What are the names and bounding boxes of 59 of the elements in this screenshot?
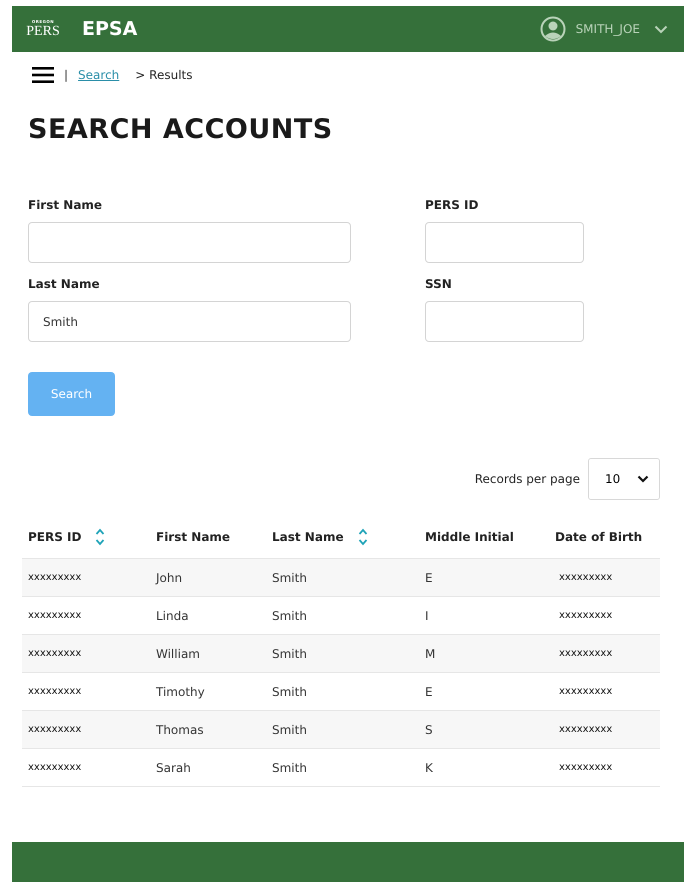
table-cell-text: xxxxxxxxx (27, 724, 82, 735)
table-cell-text: Thomas (156, 722, 205, 736)
column-header: First Name (156, 530, 230, 544)
table-cell-text: Smith (272, 570, 308, 584)
table-cell-text: Smith (272, 608, 308, 622)
field-label: PERS ID (425, 198, 480, 212)
table-cell-text: xxxxxxxxx (558, 610, 614, 621)
table-cell-text: xxxxxxxxx (27, 648, 82, 659)
table-cell-text: Sarah (156, 760, 192, 774)
table-cell-text: John (156, 570, 184, 584)
menu-button[interactable] (32, 67, 54, 83)
input-field[interactable]: Smith (28, 301, 351, 342)
records-per-page-label: Records per page (474, 472, 580, 486)
user-menu[interactable]: SMITH_JOE (576, 22, 668, 36)
field-label: SSN (425, 277, 453, 291)
column-header: PERS ID (28, 530, 82, 544)
logo-text: PERS (26, 24, 60, 39)
table-cell-text: M (425, 646, 436, 660)
table-cell-text: xxxxxxxxx (27, 762, 82, 773)
chevron-down-icon (654, 24, 668, 34)
table-cell-text: xxxxxxxxx (27, 572, 82, 583)
table-cell-text: xxxxxxxxx (27, 610, 82, 621)
field-label: First Name (28, 198, 104, 212)
table-cell-text: William (156, 646, 201, 660)
breadcrumb-current: > Results (135, 68, 192, 82)
column-header: Last Name (272, 530, 344, 544)
breadcrumb-link[interactable]: Search (78, 68, 120, 82)
table-cell-text: K (425, 760, 434, 774)
table-cell-text: xxxxxxxxx (27, 686, 82, 697)
table-cell-text: S (425, 722, 434, 736)
menu-icon (32, 67, 54, 83)
input-field[interactable] (425, 301, 584, 342)
table-cell-text: Smith (272, 722, 308, 736)
table-cell-text: Smith (272, 646, 308, 660)
table-cell-text: I (425, 608, 430, 622)
table-cell-text: xxxxxxxxx (558, 686, 614, 697)
breadcrumb-separator: | (64, 68, 68, 82)
page-size-dropdown[interactable]: 10 (588, 458, 660, 500)
table-cell-text: Linda (156, 608, 190, 622)
sort-icon[interactable] (95, 528, 106, 546)
table-cell-text: xxxxxxxxx (558, 648, 614, 659)
input-field[interactable] (425, 222, 584, 263)
field-label: Last Name (28, 277, 101, 291)
table-cell-text: xxxxxxxxx (558, 762, 614, 773)
chevron-down-icon (637, 475, 649, 483)
user-avatar-icon (540, 16, 566, 42)
sort-icon[interactable] (358, 528, 368, 546)
column-header: Middle Initial (425, 530, 514, 544)
table-cell-text: Smith (272, 760, 308, 774)
table-cell-text: Smith (272, 684, 308, 698)
page-title: SEARCH ACCOUNTS (28, 114, 334, 147)
app-name: EPSA (82, 18, 138, 40)
table-cell-text: xxxxxxxxx (558, 724, 614, 735)
column-header: Date of Birth (555, 530, 642, 544)
table-cell-text: E (425, 684, 434, 698)
input-field[interactable] (28, 222, 351, 263)
table-cell-text: Timothy (156, 684, 206, 698)
table-cell-text: xxxxxxxxx (558, 572, 614, 583)
table-cell-text: E (425, 570, 434, 584)
